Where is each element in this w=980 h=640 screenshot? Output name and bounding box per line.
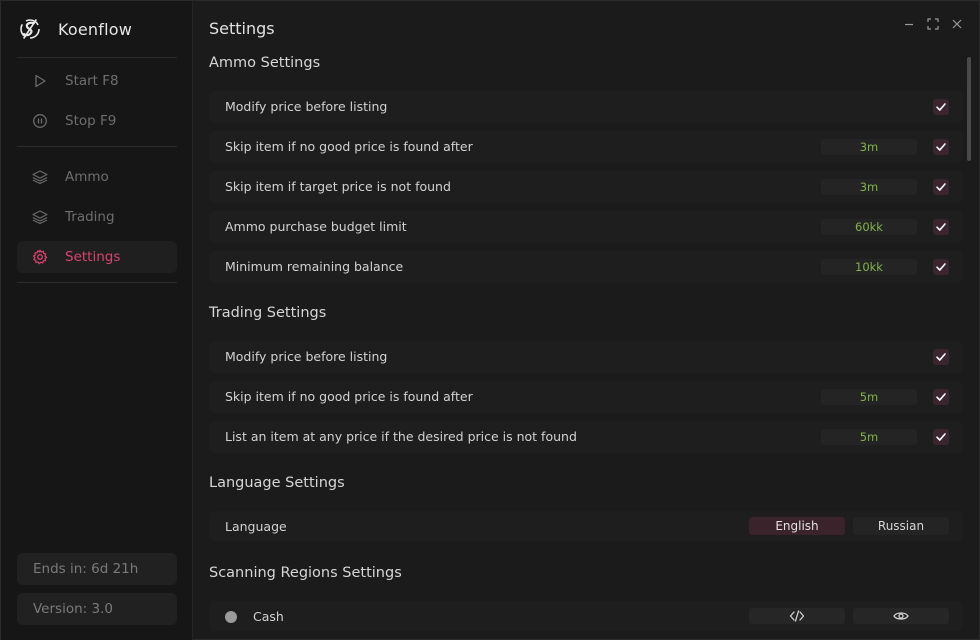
eye-icon (893, 612, 909, 620)
sidebar-item-label: Settings (65, 249, 121, 265)
version-badge: Version: 3.0 (17, 593, 177, 625)
setting-checkbox[interactable] (933, 259, 949, 275)
play-icon (35, 74, 46, 88)
language-label: Language (225, 519, 287, 534)
code-icon (789, 610, 805, 622)
setting-row: Minimum remaining balance 10kk (209, 251, 963, 283)
setting-row: Modify price before listing (209, 341, 963, 373)
start-button-label: Start F8 (65, 73, 119, 89)
scanning-regions-title: Scanning Regions Settings (209, 565, 402, 581)
setting-checkbox[interactable] (933, 349, 949, 365)
setting-row: Skip item if no good price is found afte… (209, 131, 963, 163)
region-status-dot (225, 611, 237, 623)
setting-label: Modify price before listing (225, 349, 388, 364)
language-row: Language English Russian (209, 511, 963, 541)
close-icon[interactable] (950, 17, 964, 31)
setting-value-input[interactable]: 5m (821, 389, 917, 405)
app-name: Koenflow (58, 19, 133, 39)
checkmark-icon (936, 393, 946, 401)
setting-checkbox[interactable] (933, 179, 949, 195)
checkmark-icon (936, 183, 946, 191)
setting-value-input[interactable]: 3m (821, 179, 917, 195)
gear-icon (32, 249, 48, 265)
layers-icon (32, 170, 48, 185)
layers-icon (32, 210, 48, 225)
ammo-settings-title: Ammo Settings (209, 55, 321, 71)
page-title: Settings (209, 19, 275, 38)
scrollbar-thumb[interactable] (967, 57, 971, 161)
sidebar-divider (17, 146, 177, 147)
maximize-icon[interactable] (926, 17, 940, 31)
main-panel: Settings Ammo Settings Modify price befo… (193, 1, 980, 640)
region-code-button[interactable] (749, 608, 845, 624)
setting-checkbox[interactable] (933, 219, 949, 235)
pause-circle-icon (33, 114, 47, 128)
trading-settings-title: Trading Settings (209, 305, 327, 321)
setting-label: Skip item if target price is not found (225, 179, 451, 194)
sidebar-divider (17, 57, 177, 58)
minimize-icon[interactable] (902, 17, 916, 31)
region-label: Cash (253, 609, 284, 624)
checkmark-icon (936, 353, 946, 361)
setting-checkbox[interactable] (933, 99, 949, 115)
setting-row: Modify price before listing (209, 91, 963, 123)
setting-value-input[interactable]: 60kk (821, 219, 917, 235)
setting-label: Ammo purchase budget limit (225, 219, 407, 234)
sidebar: Koenflow Start F8 Stop F9 Ammo Trading S… (1, 1, 193, 640)
setting-row: Ammo purchase budget limit 60kk (209, 211, 963, 243)
setting-checkbox[interactable] (933, 429, 949, 445)
region-view-button[interactable] (853, 608, 949, 624)
language-option-russian[interactable]: Russian (853, 517, 949, 535)
setting-label: Minimum remaining balance (225, 259, 404, 274)
setting-checkbox[interactable] (933, 389, 949, 405)
koenflow-logo-icon (20, 19, 40, 39)
language-option-english[interactable]: English (749, 517, 845, 535)
checkmark-icon (936, 263, 946, 271)
setting-value-input[interactable]: 5m (821, 429, 917, 445)
sidebar-item-label: Ammo (65, 169, 109, 185)
setting-row: Skip item if no good price is found afte… (209, 381, 963, 413)
sidebar-divider (17, 282, 177, 283)
checkmark-icon (936, 223, 946, 231)
setting-label: Skip item if no good price is found afte… (225, 139, 473, 154)
sidebar-item-settings[interactable]: Settings (17, 241, 177, 273)
region-row: Cash (209, 601, 963, 631)
checkmark-icon (936, 433, 946, 441)
language-settings-title: Language Settings (209, 475, 345, 491)
setting-row: Skip item if target price is not found 3… (209, 171, 963, 203)
sidebar-item-label: Trading (65, 209, 115, 225)
stop-button[interactable]: Stop F9 (17, 105, 177, 137)
brand: Koenflow (17, 15, 132, 43)
setting-row: List an item at any price if the desired… (209, 421, 963, 453)
app-window: Koenflow Start F8 Stop F9 Ammo Trading S… (0, 0, 980, 640)
setting-label: List an item at any price if the desired… (225, 429, 577, 444)
setting-label: Modify price before listing (225, 99, 388, 114)
stop-button-label: Stop F9 (65, 113, 117, 129)
license-expiry-badge: Ends in: 6d 21h (17, 553, 177, 585)
start-button[interactable]: Start F8 (17, 65, 177, 97)
sidebar-item-trading[interactable]: Trading (17, 201, 177, 233)
sidebar-item-ammo[interactable]: Ammo (17, 161, 177, 193)
setting-checkbox[interactable] (933, 139, 949, 155)
setting-value-input[interactable]: 3m (821, 139, 917, 155)
setting-value-input[interactable]: 10kk (821, 259, 917, 275)
checkmark-icon (936, 143, 946, 151)
setting-label: Skip item if no good price is found afte… (225, 389, 473, 404)
checkmark-icon (936, 103, 946, 111)
